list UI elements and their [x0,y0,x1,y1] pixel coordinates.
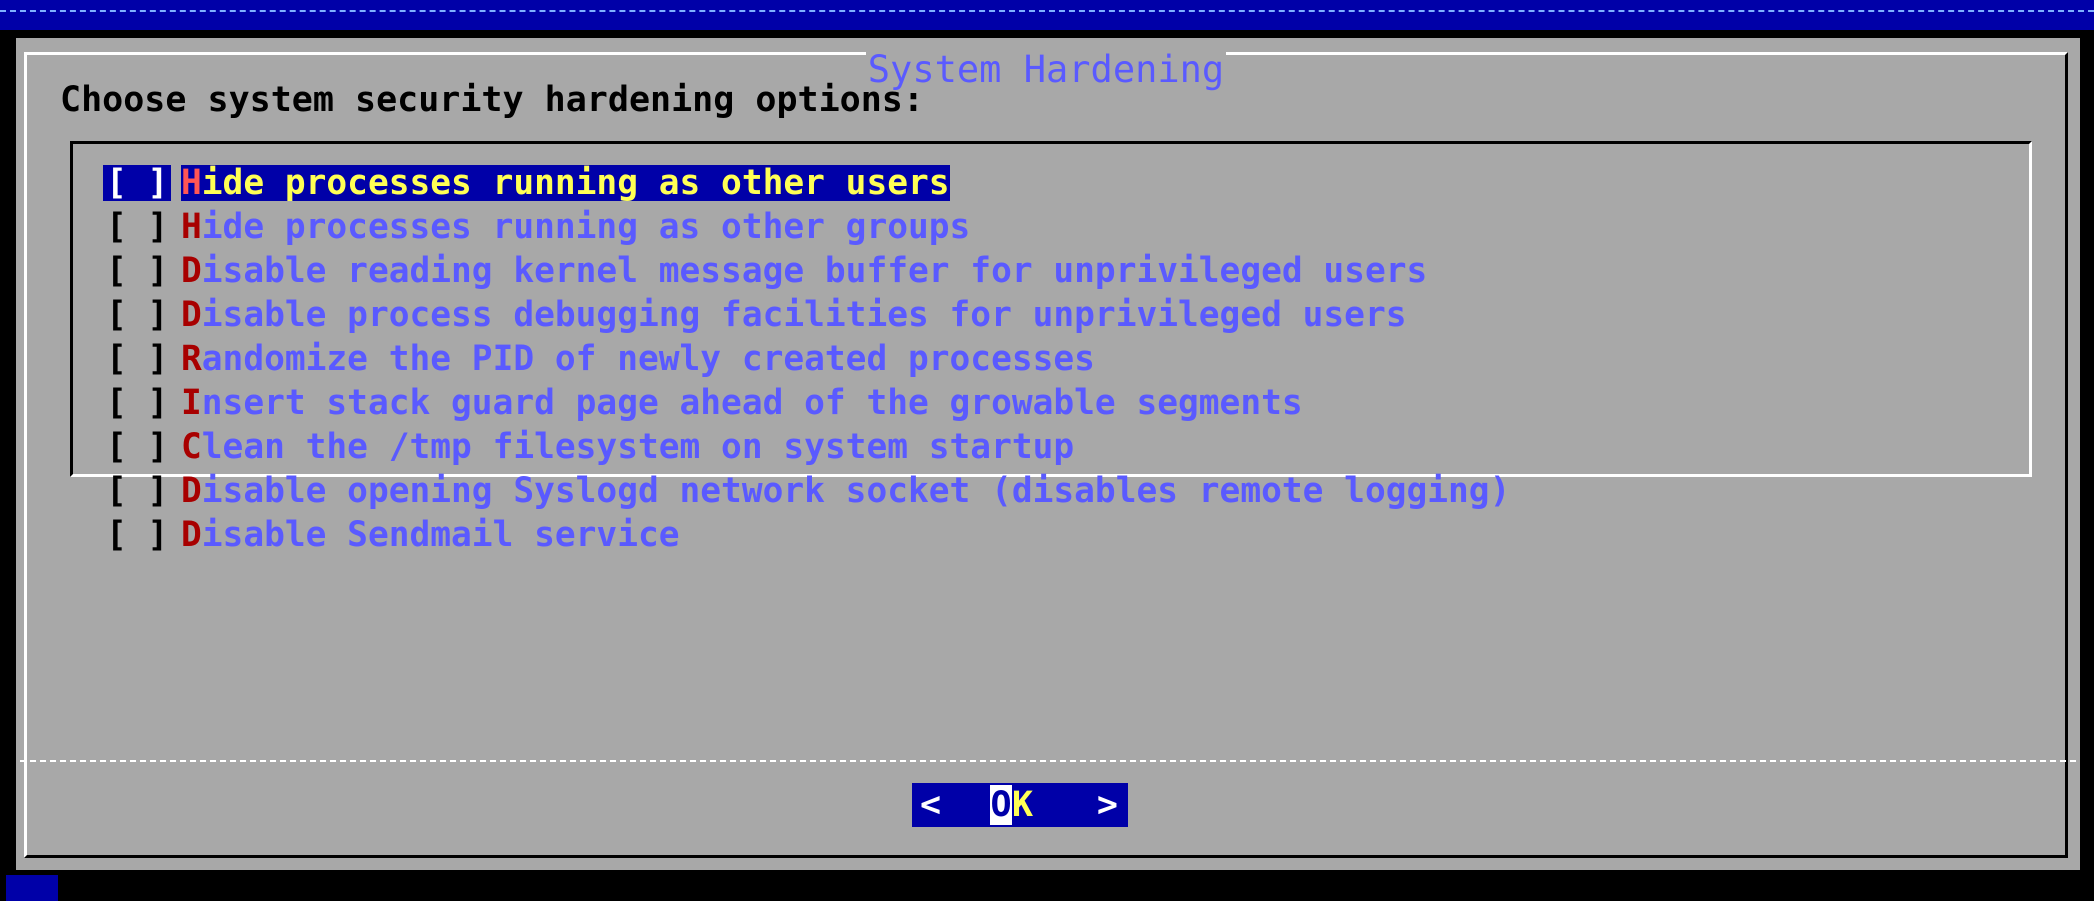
hotkey-letter: H [181,163,202,203]
hotkey-letter: H [181,207,202,247]
checklist-box: [ ] Hide processes running as other users… [70,141,2032,553]
ok-button-left-bracket: < [920,785,942,825]
checklist-item-label: Hide processes running as other groups [181,209,970,245]
hotkey-letter: D [181,295,202,335]
checklist-item-label: Disable process debugging facilities for… [181,297,1407,333]
checkbox[interactable]: [ ] [103,209,171,245]
checklist-item-label: Hide processes running as other users [181,165,950,201]
hotkey-letter: I [181,383,202,423]
hotkey-letter: D [181,515,202,555]
checkbox[interactable]: [ ] [103,297,171,333]
checklist-item[interactable]: [ ] Hide processes running as other group… [103,205,1953,249]
checklist-item-label: Disable opening Syslogd network socket (… [181,473,1510,509]
checkbox[interactable]: [ ] [103,165,172,201]
hotkey-letter: R [181,339,202,379]
hotkey-letter: D [181,251,202,291]
backtitle-bar [0,0,2094,30]
checklist-item[interactable]: [ ] Insert stack guard page ahead of the … [103,381,1953,425]
cursor-block [6,875,58,901]
checklist-item-text: nsert stack guard page ahead of the grow… [201,383,1303,423]
checklist-item-text: ide processes running as other groups [201,207,971,247]
ok-button[interactable]: < O K > [912,783,1128,827]
ok-button-hotkey: O [990,785,1012,825]
dialog-prompt: Choose system security hardening options… [60,80,924,120]
checkbox[interactable]: [ ] [103,385,171,421]
checklist-item[interactable]: [ ] Disable Sendmail service [103,513,1953,557]
checkbox[interactable]: [ ] [103,517,171,553]
checklist-item-text: isable opening Syslogd network socket (d… [201,471,1511,511]
checklist-item-label: Randomize the PID of newly created proce… [181,341,1095,377]
checklist-item-text: ide processes running as other users [201,163,950,203]
hotkey-letter: C [181,427,202,467]
button-divider [20,760,2076,762]
checklist-item[interactable]: [ ] Hide processes running as other users [103,161,1953,205]
checklist-item-label: Clean the /tmp filesystem on system star… [181,429,1074,465]
dialog-window: System Hardening Choose system security … [14,36,2082,872]
checkbox[interactable]: [ ] [103,473,171,509]
checklist-options: [ ] Hide processes running as other users… [103,161,1953,557]
checklist-item-text: isable reading kernel message buffer for… [201,251,1428,291]
checkbox[interactable]: [ ] [103,429,171,465]
checklist-item[interactable]: [ ] Disable process debugging facilities … [103,293,1953,337]
checkbox[interactable]: [ ] [103,253,171,289]
ok-button-right-bracket: > [1096,785,1118,825]
checklist-item[interactable]: [ ] Clean the /tmp filesystem on system s… [103,425,1953,469]
checklist-item-text: lean the /tmp filesystem on system start… [201,427,1075,467]
hotkey-letter: D [181,471,202,511]
ok-button-label: K [1012,785,1034,825]
checklist-item[interactable]: [ ] Disable opening Syslogd network socke… [103,469,1953,513]
checklist-item-label: Disable reading kernel message buffer fo… [181,253,1427,289]
checklist-item-label: Insert stack guard page ahead of the gro… [181,385,1303,421]
checklist-item-text: isable process debugging facilities for … [201,295,1407,335]
checklist-item-label: Disable Sendmail service [181,517,680,553]
checklist-item-text: isable Sendmail service [201,515,680,555]
checkbox[interactable]: [ ] [103,341,171,377]
checklist-item[interactable]: [ ] Randomize the PID of newly created pr… [103,337,1953,381]
checklist-item[interactable]: [ ] Disable reading kernel message buffer… [103,249,1953,293]
checklist-item-text: andomize the PID of newly created proces… [201,339,1095,379]
